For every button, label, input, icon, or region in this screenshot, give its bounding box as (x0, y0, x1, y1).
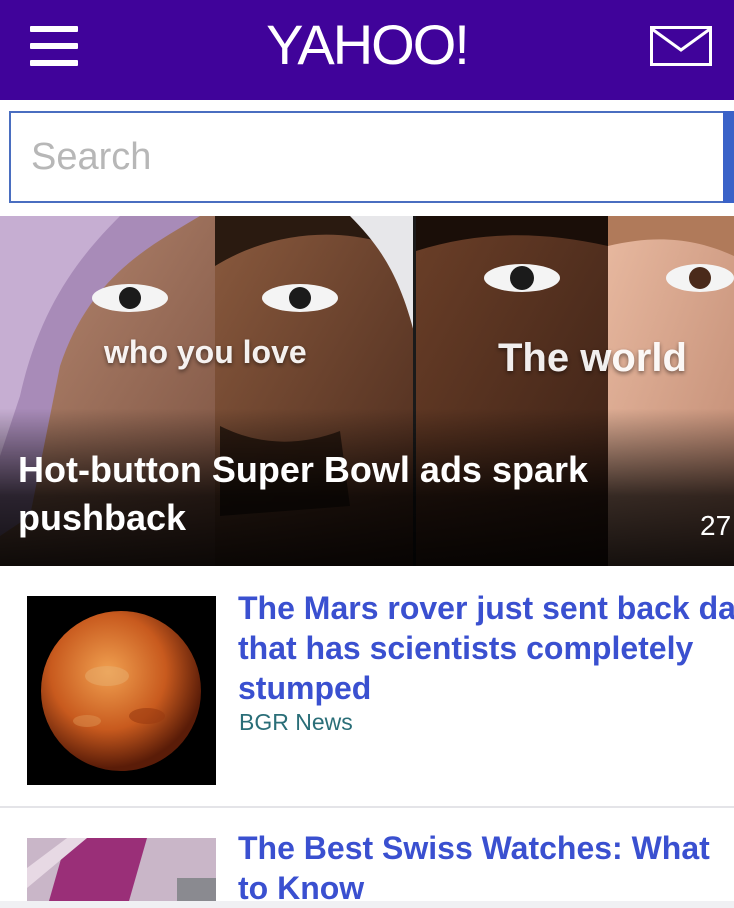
watch-thumbnail[interactable] (27, 838, 216, 901)
yahoo-logo[interactable]: YAHOO! (0, 14, 734, 76)
hero-overlay-left-text: who you love (104, 334, 307, 370)
top-app-bar: YAHOO! (0, 0, 734, 100)
story-source[interactable]: BGR News (239, 709, 353, 736)
mail-envelope-icon[interactable] (650, 26, 712, 66)
hero-headline[interactable]: Hot-button Super Bowl ads spark pushback (18, 446, 678, 542)
search-box[interactable] (9, 111, 723, 203)
story-headline[interactable]: The Mars rover just sent back da that ha… (238, 588, 734, 708)
story-headline[interactable]: The Best Swiss Watches: What to Know (238, 828, 734, 908)
hero-count: 27 (700, 510, 732, 541)
hero-overlay-right-text: The world (498, 336, 687, 380)
search-input[interactable] (11, 113, 723, 201)
search-submit-button[interactable] (723, 111, 734, 203)
mars-thumbnail[interactable] (27, 596, 216, 785)
